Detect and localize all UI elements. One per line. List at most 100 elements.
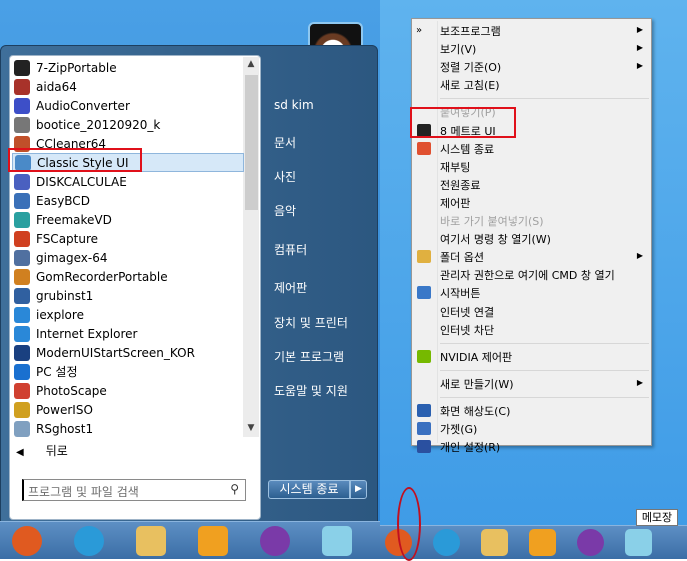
menu-item[interactable]: 개인 설정(R)	[440, 439, 500, 455]
program-item[interactable]: DISKCALCULAE	[12, 172, 242, 191]
program-item[interactable]: RSghost1	[12, 419, 242, 438]
program-icon	[14, 401, 30, 418]
desktop-context-menu: » 보조프로그램 ▶ 보기(V) ▶ 정렬 기준(O) ▶ 새로 고침(E) 붙여넣기(P) 8…	[411, 18, 652, 454]
program-item[interactable]: FSCapture	[12, 229, 242, 248]
start-link[interactable]: 문서	[274, 134, 296, 151]
menu-item[interactable]: 가젯(G)	[440, 421, 477, 437]
menu-item[interactable]: 폴더 옵션	[440, 249, 484, 265]
menu-separator	[440, 98, 649, 100]
program-label: FreemakeVD	[36, 212, 112, 227]
program-label: iexplore	[36, 307, 84, 322]
program-label: aida64	[36, 79, 77, 94]
program-item[interactable]: grubinst1	[12, 286, 242, 305]
program-icon	[14, 173, 30, 190]
folder-options-icon	[417, 250, 431, 264]
menu-item[interactable]: NVIDIA 제어판	[440, 349, 512, 365]
program-icon	[14, 325, 30, 342]
program-item[interactable]: gimagex-64	[12, 248, 242, 267]
menu-item[interactable]: 새로 고침(E)	[440, 77, 500, 93]
scroll-down-icon[interactable]: ▼	[243, 423, 259, 433]
search-placeholder: 프로그램 및 파일 검색	[28, 485, 139, 499]
program-item[interactable]: GomRecorderPortable	[12, 267, 242, 286]
start-link[interactable]: 기본 프로그램	[274, 348, 344, 365]
program-icon	[14, 116, 30, 133]
program-item[interactable]: bootice_20120920_k	[12, 115, 242, 134]
program-item[interactable]: FreemakeVD	[12, 210, 242, 229]
menu-item[interactable]: 바로 가기 붙여넣기(S)	[440, 213, 544, 229]
file-explorer-icon[interactable]	[481, 529, 508, 556]
program-item[interactable]: EasyBCD	[12, 191, 242, 210]
start-link[interactable]: 음악	[274, 202, 296, 219]
internet-explorer-icon[interactable]	[74, 526, 104, 556]
back-button[interactable]: ◀ 뒤로	[16, 442, 68, 459]
search-input[interactable]: 프로그램 및 파일 검색 ⚲	[22, 479, 246, 501]
menu-item[interactable]: 보기(V)	[440, 41, 476, 57]
back-label: 뒤로	[45, 444, 68, 458]
bittorrent-icon[interactable]	[577, 529, 604, 556]
notepad-icon[interactable]	[322, 526, 352, 556]
start-link[interactable]: 도움말 및 지원	[274, 382, 348, 399]
program-icon	[14, 192, 30, 209]
program-label: gimagex-64	[36, 250, 108, 265]
start-orb-icon[interactable]	[12, 526, 42, 556]
menu-item[interactable]: 인터넷 연결	[440, 304, 494, 320]
program-item[interactable]: AudioConverter	[12, 96, 242, 115]
shutdown-options-button[interactable]: ▶	[350, 480, 367, 499]
program-icon	[14, 363, 30, 380]
scrollbar[interactable]: ▲ ▼	[243, 57, 259, 437]
scrollbar-thumb[interactable]	[245, 75, 258, 210]
menu-item[interactable]: 재부팅	[440, 159, 470, 175]
menu-item[interactable]: 시작버튼	[440, 285, 480, 301]
tooltip: 메모장	[636, 509, 678, 526]
internet-explorer-icon[interactable]	[433, 529, 460, 556]
start-link[interactable]: 컴퓨터	[274, 241, 307, 258]
vmware-icon[interactable]	[529, 529, 556, 556]
menu-separator	[440, 342, 649, 344]
menu-item[interactable]: 제어판	[440, 195, 470, 211]
program-item[interactable]: ModernUIStartScreen_KOR	[12, 343, 242, 362]
menu-item[interactable]: 보조프로그램	[440, 23, 501, 39]
program-icon	[14, 382, 30, 399]
power-icon	[417, 141, 431, 155]
menu-item[interactable]: 시스템 종료	[440, 141, 494, 157]
menu-item[interactable]: 새로 만들기(W)	[440, 376, 514, 392]
file-explorer-icon[interactable]	[136, 526, 166, 556]
program-label: RSghost1	[36, 421, 94, 436]
bittorrent-icon[interactable]	[260, 526, 290, 556]
program-icon	[14, 211, 30, 228]
vmware-icon[interactable]	[198, 526, 228, 556]
program-label: DISKCALCULAE	[36, 174, 127, 189]
program-icon	[14, 78, 30, 95]
menu-item[interactable]: 인터넷 차단	[440, 322, 494, 338]
chevron-icon: »	[416, 25, 423, 36]
highlight-ellipse	[397, 487, 421, 561]
shutdown-button[interactable]: 시스템 종료	[268, 480, 350, 499]
menu-item[interactable]: 관리자 권한으로 여기에 CMD 창 열기	[440, 267, 615, 283]
submenu-arrow-icon: ▶	[636, 377, 643, 387]
program-label: PC 설정	[36, 365, 78, 379]
program-label: EasyBCD	[36, 193, 90, 208]
notepad-icon[interactable]	[625, 529, 652, 556]
menu-item[interactable]: 전원종료	[440, 177, 480, 193]
program-item[interactable]: iexplore	[12, 305, 242, 324]
start-link[interactable]: 제어판	[274, 279, 307, 296]
menu-item[interactable]: 여기서 명령 창 열기(W)	[440, 231, 551, 247]
program-label: grubinst1	[36, 288, 94, 303]
program-label: PowerISO	[36, 402, 93, 417]
program-item[interactable]: aida64	[12, 77, 242, 96]
start-link[interactable]: 사진	[274, 168, 296, 185]
program-item[interactable]: PhotoScape	[12, 381, 242, 400]
menu-item[interactable]: 정렬 기준(O)	[440, 59, 501, 75]
program-item[interactable]: 7-ZipPortable	[12, 58, 242, 77]
program-item[interactable]: PowerISO	[12, 400, 242, 419]
program-label: 7-ZipPortable	[36, 60, 117, 75]
program-item[interactable]: Internet Explorer	[12, 324, 242, 343]
user-name-link[interactable]: sd kim	[274, 98, 314, 112]
menu-gutter	[437, 21, 438, 443]
program-icon	[14, 268, 30, 285]
program-item[interactable]: PC 설정	[12, 362, 242, 381]
scroll-up-icon[interactable]: ▲	[243, 59, 259, 69]
start-link[interactable]: 장치 및 프린터	[274, 314, 348, 331]
menu-item[interactable]: 화면 해상도(C)	[440, 403, 510, 419]
highlight-box	[410, 107, 516, 138]
